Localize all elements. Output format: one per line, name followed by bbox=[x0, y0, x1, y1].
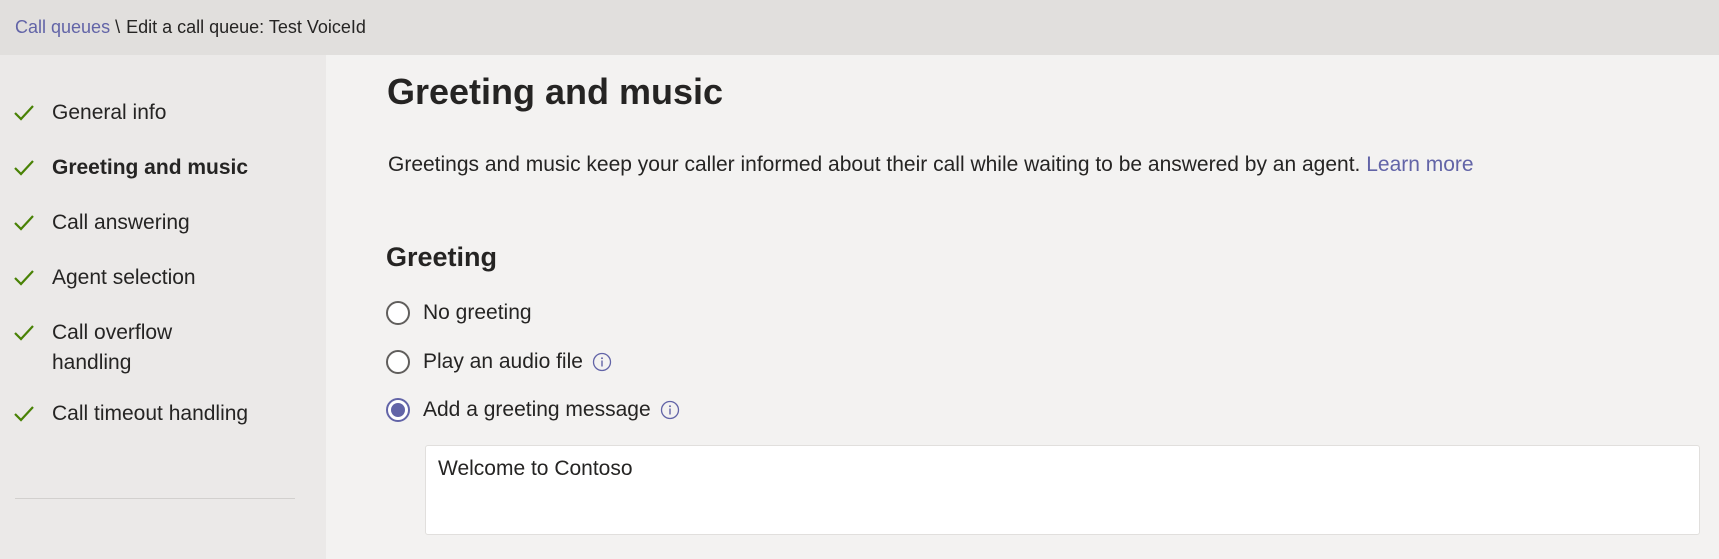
radio-option-add-greeting-message[interactable]: Add a greeting message bbox=[386, 395, 680, 425]
page-title: Greeting and music bbox=[387, 71, 724, 112]
sidebar-item-call-answering[interactable]: Call answering bbox=[13, 208, 303, 238]
info-icon[interactable] bbox=[592, 352, 612, 372]
sidebar-item-call-timeout-handling[interactable]: Call timeout handling bbox=[13, 399, 303, 429]
radio-button[interactable] bbox=[386, 350, 410, 374]
greeting-section-title: Greeting bbox=[386, 242, 498, 272]
breadcrumb-current: Edit a call queue: Test VoiceId bbox=[126, 17, 366, 37]
breadcrumb-link-call-queues[interactable]: Call queues bbox=[15, 17, 110, 38]
radio-label: No greeting bbox=[423, 301, 532, 324]
radio-option-play-audio-file[interactable]: Play an audio file bbox=[386, 347, 612, 377]
main-content: Greeting and music Greetings and music k… bbox=[326, 55, 1719, 559]
sidebar-item-label: Call overflow handling bbox=[52, 321, 173, 374]
greeting-message-textarea[interactable]: Welcome to Contoso bbox=[425, 445, 1700, 535]
sidebar-item-label: Agent selection bbox=[52, 266, 196, 289]
radio-option-no-greeting[interactable]: No greeting bbox=[386, 298, 532, 328]
sidebar-divider bbox=[15, 498, 295, 499]
breadcrumb-separator: \ bbox=[115, 17, 121, 37]
checkmark-icon bbox=[13, 399, 39, 429]
sidebar-item-general-info[interactable]: General info bbox=[13, 98, 303, 128]
sidebar-item-label: Call timeout handling bbox=[52, 402, 249, 425]
wizard-sidebar: General info Greeting and music Call ans… bbox=[0, 55, 326, 559]
sidebar-item-label: Greeting and music bbox=[52, 156, 249, 179]
info-icon[interactable] bbox=[660, 400, 680, 420]
radio-label: Play an audio file bbox=[423, 350, 583, 373]
sidebar-item-label: Call answering bbox=[52, 211, 190, 234]
sidebar-item-agent-selection[interactable]: Agent selection bbox=[13, 263, 303, 293]
page-description: Greetings and music keep your caller inf… bbox=[388, 150, 1474, 180]
checkmark-icon bbox=[13, 98, 39, 128]
description-text: Greetings and music keep your caller inf… bbox=[388, 153, 1361, 176]
sidebar-item-label: General info bbox=[52, 101, 167, 124]
sidebar-item-greeting-and-music[interactable]: Greeting and music bbox=[13, 153, 303, 183]
radio-button-selected[interactable] bbox=[386, 398, 410, 422]
sidebar-item-call-overflow-handling[interactable]: Call overflow handling bbox=[13, 318, 303, 378]
radio-label: Add a greeting message bbox=[423, 398, 651, 421]
radio-button[interactable] bbox=[386, 301, 410, 325]
checkmark-icon bbox=[13, 263, 39, 293]
checkmark-icon bbox=[13, 208, 39, 238]
breadcrumb: Call queues \ Edit a call queue: Test Vo… bbox=[0, 0, 1719, 55]
learn-more-link[interactable]: Learn more bbox=[1366, 153, 1473, 176]
checkmark-icon bbox=[13, 318, 39, 348]
checkmark-icon bbox=[13, 153, 39, 183]
